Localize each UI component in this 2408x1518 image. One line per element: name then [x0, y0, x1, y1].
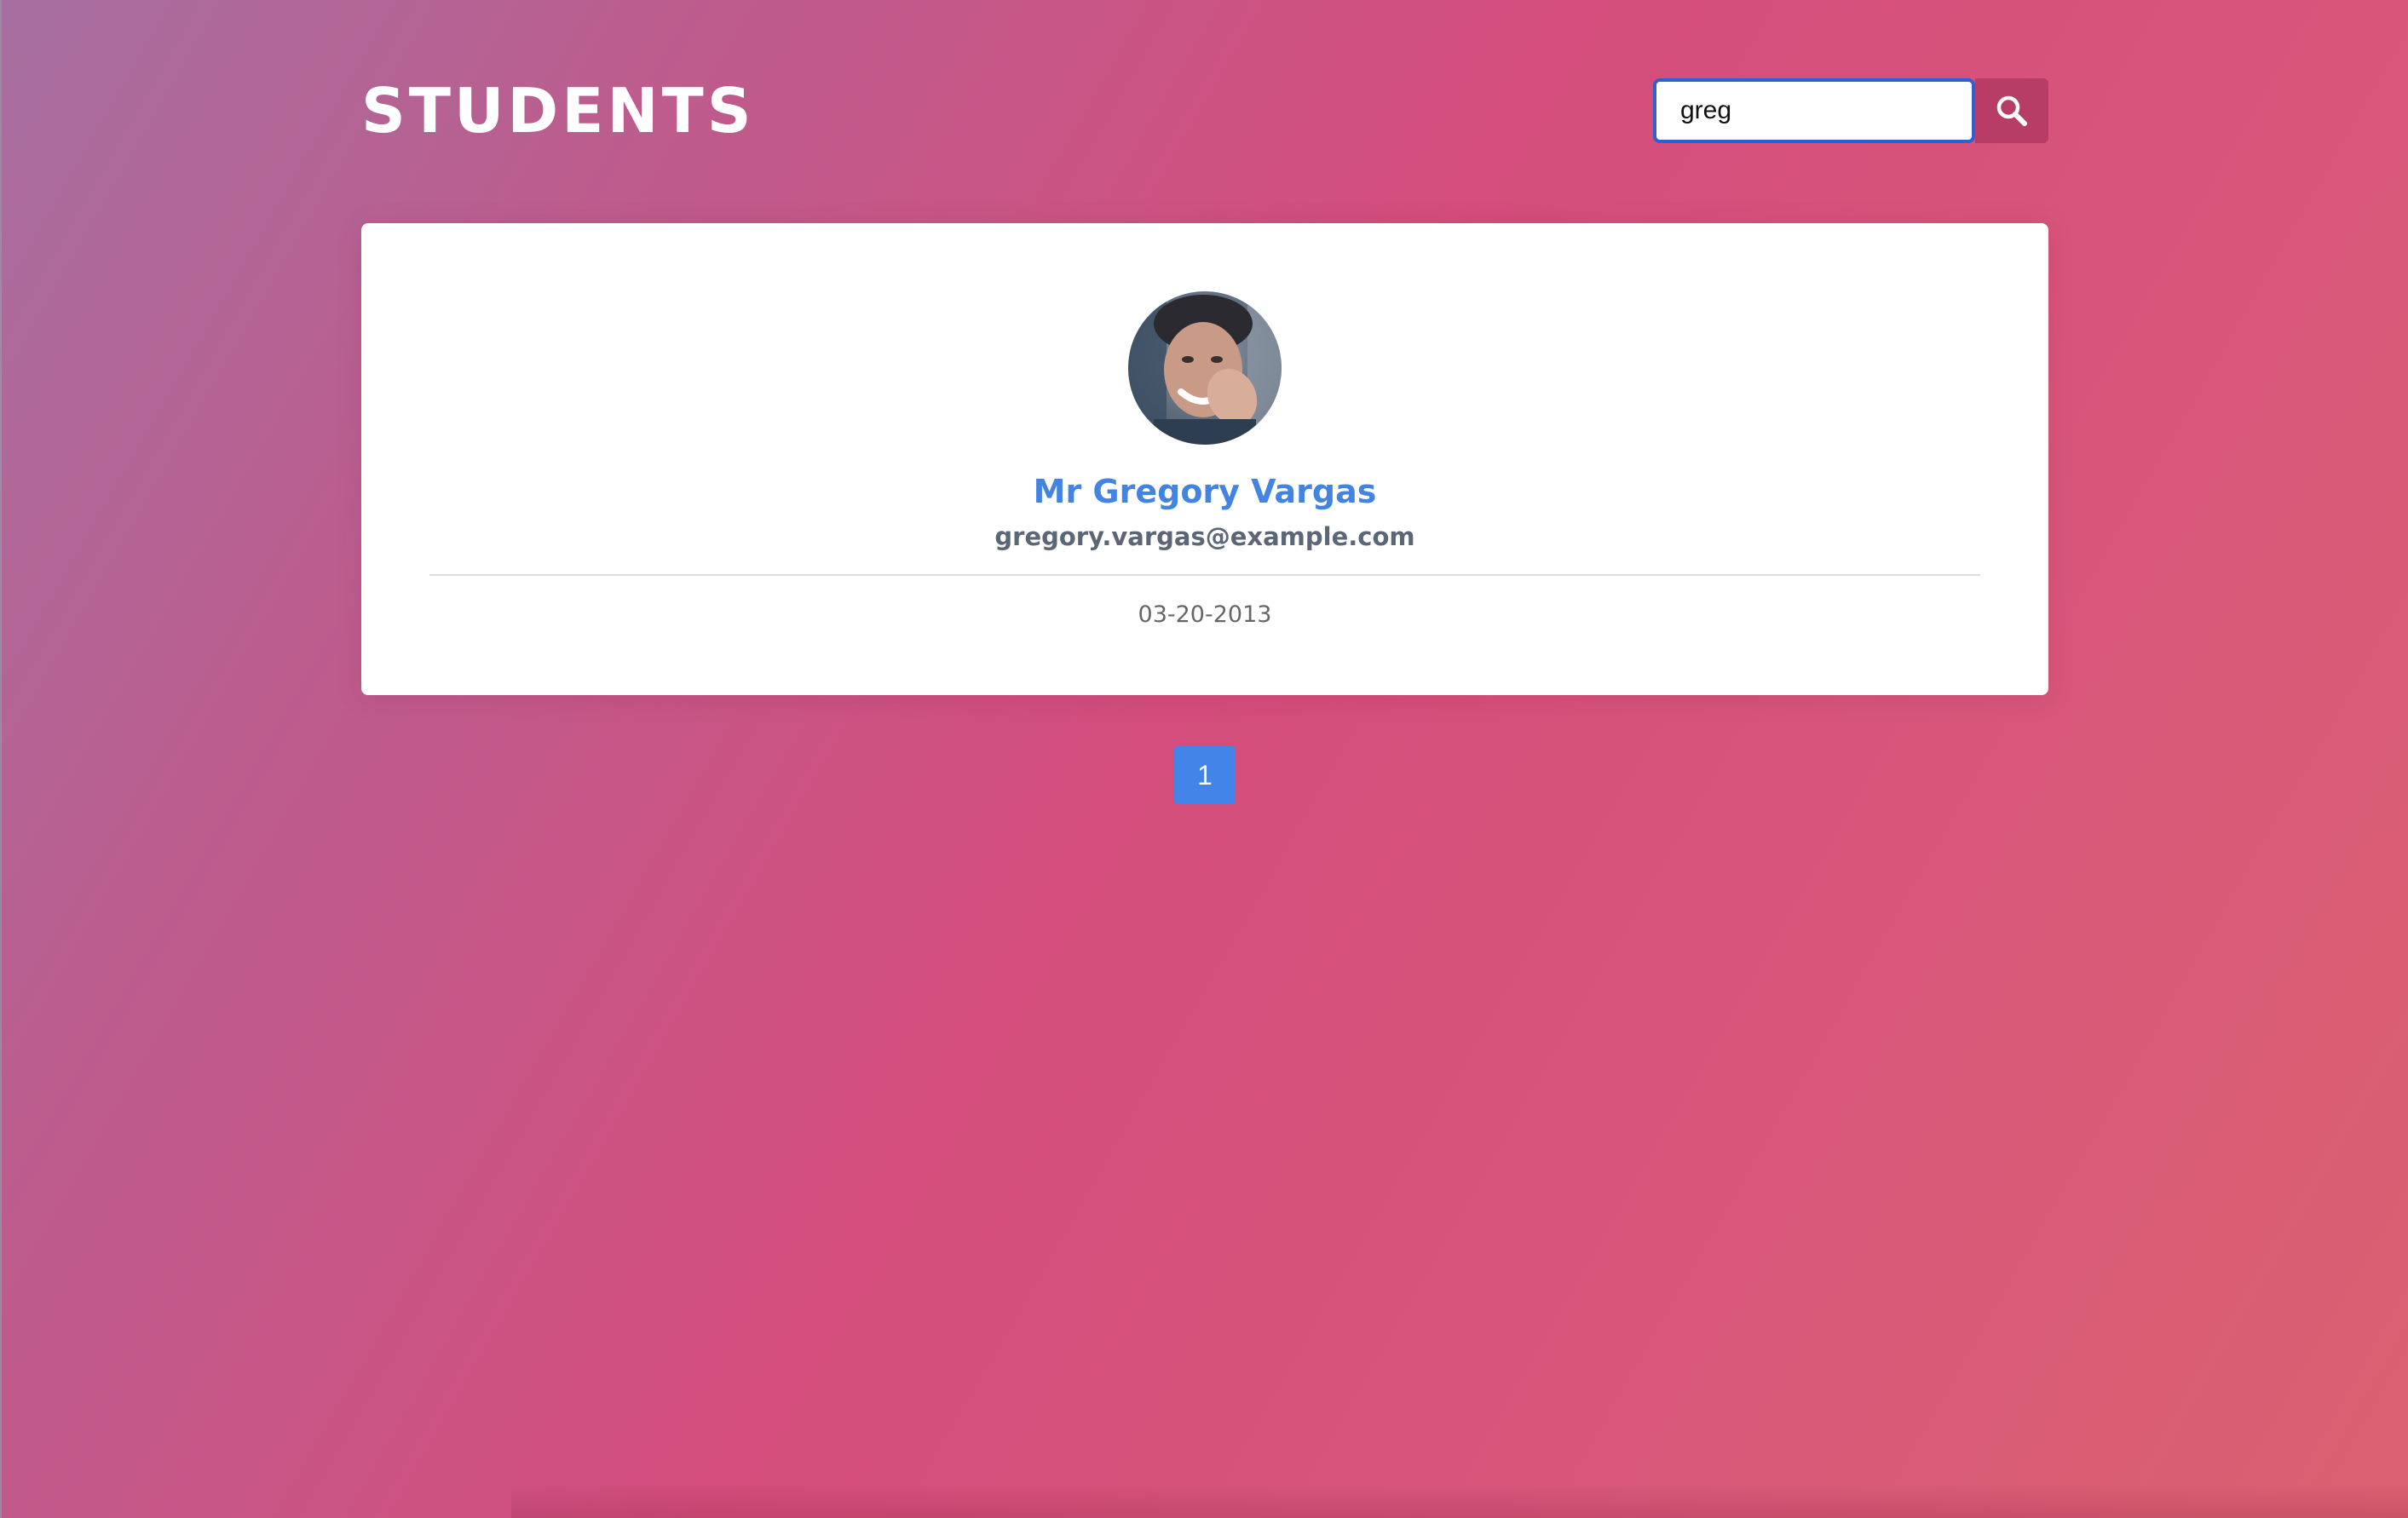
page-header: STUDENTS [361, 77, 2048, 145]
search-icon [1996, 95, 2027, 126]
student-email: gregory.vargas@example.com [994, 522, 1415, 551]
avatar [1128, 291, 1282, 445]
student-photo [1128, 291, 1282, 445]
page-title: STUDENTS [361, 75, 755, 147]
search-input[interactable] [1653, 78, 1975, 143]
student-card: Mr Gregory Vargas gregory.vargas@example… [361, 223, 2048, 695]
student-name[interactable]: Mr Gregory Vargas [361, 470, 2048, 513]
bottom-shadow [511, 1484, 2408, 1518]
pagination-page-1[interactable]: 1 [1174, 746, 1236, 804]
divider [429, 574, 1980, 576]
student-date: 03-20-2013 [1138, 601, 1272, 628]
search-button[interactable] [1975, 78, 2048, 143]
search-form [1653, 78, 2048, 143]
